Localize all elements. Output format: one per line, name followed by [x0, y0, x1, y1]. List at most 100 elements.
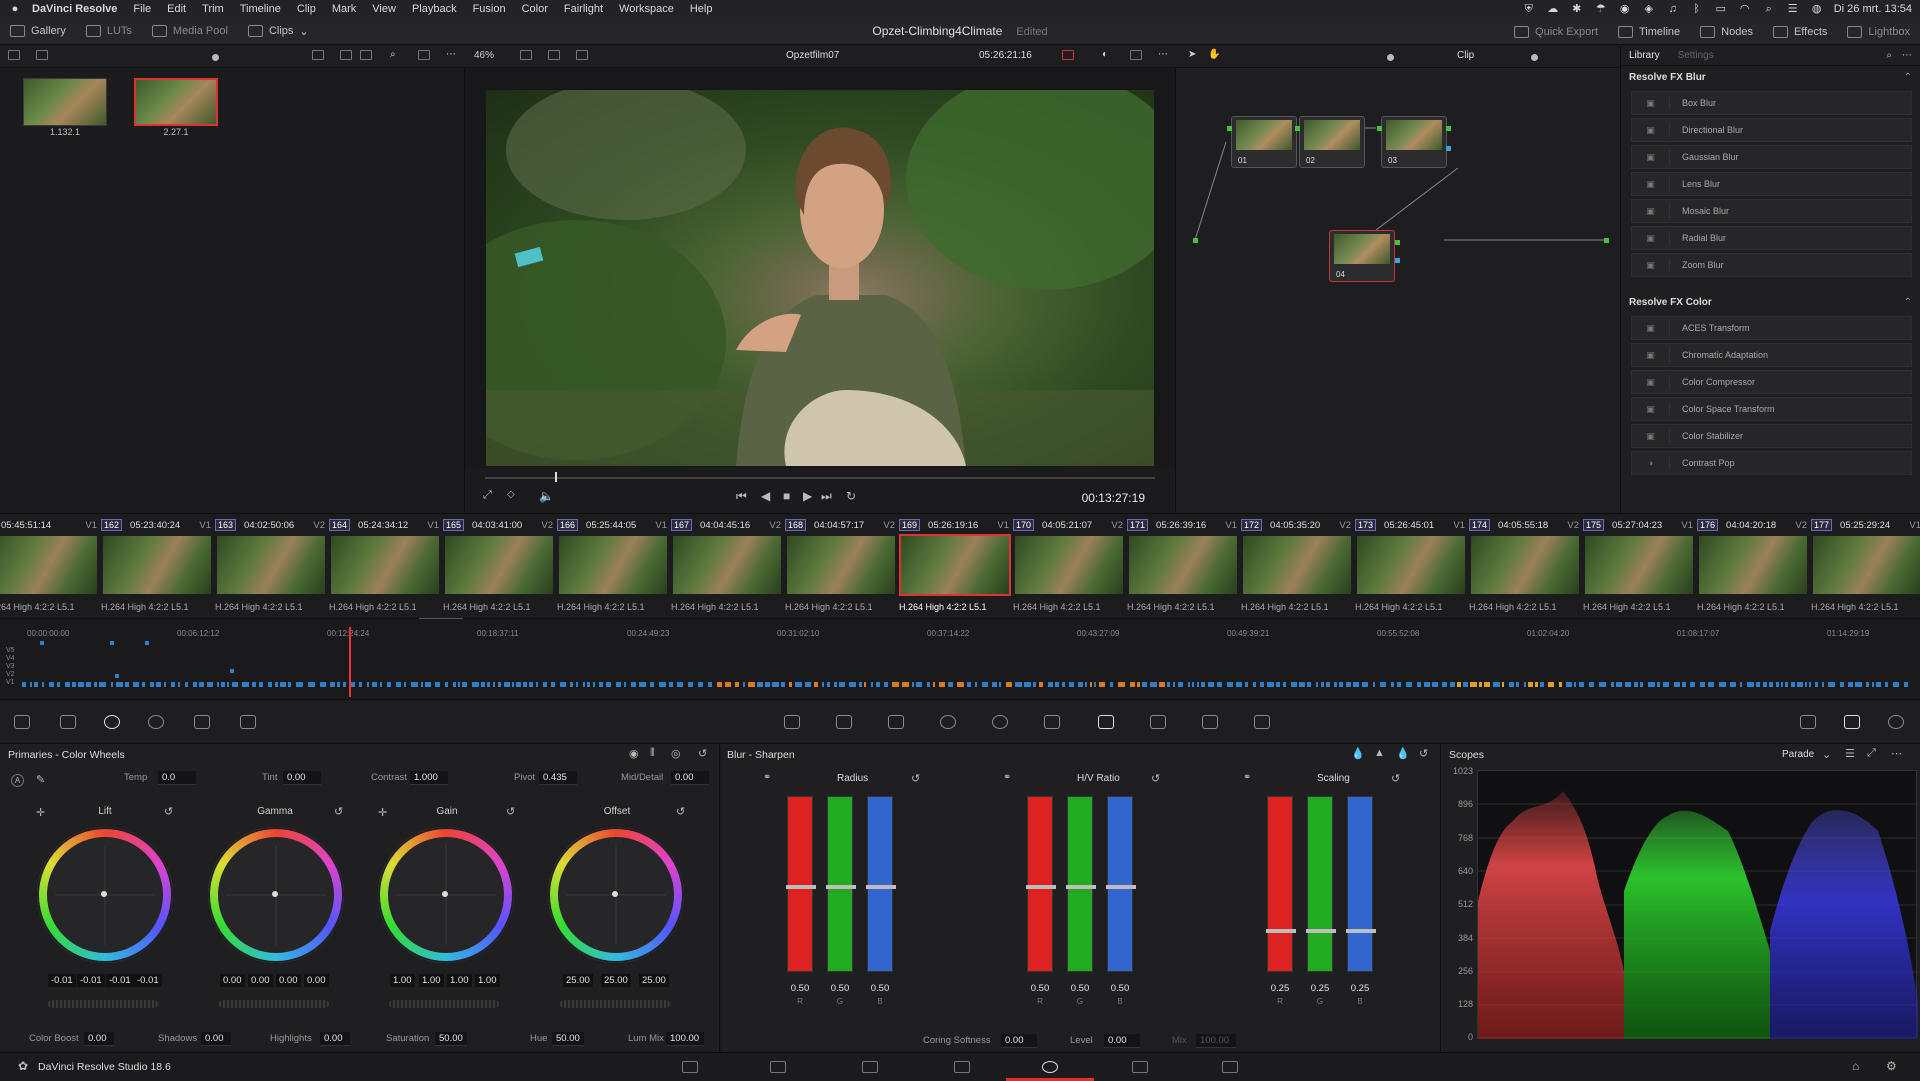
- hue-field[interactable]: 50.00: [552, 1032, 584, 1046]
- rgb-mixer-icon[interactable]: [194, 715, 210, 729]
- color-picker-icon[interactable]: ◐: [1102, 49, 1108, 60]
- blur-channel-slider[interactable]: [786, 796, 816, 972]
- fx-aces-transform[interactable]: ▣ ACES Transform: [1631, 316, 1912, 340]
- lift-value-y[interactable]: -0.01: [48, 974, 76, 987]
- page-cut-icon[interactable]: [770, 1061, 786, 1073]
- siri-icon[interactable]: ◍: [1810, 3, 1824, 15]
- mini-timeline[interactable]: 00:00:00:0000:06:12:1200:12:24:2400:18:3…: [0, 619, 1920, 699]
- node-zoom-slider[interactable]: [1387, 54, 1394, 61]
- slider-knob[interactable]: [826, 885, 856, 889]
- gamma-wheel[interactable]: [208, 827, 344, 963]
- fx-chromatic-adaptation[interactable]: ▣ Chromatic Adaptation: [1631, 343, 1912, 367]
- lum-mix-field[interactable]: 100.00: [666, 1032, 704, 1046]
- viewer-mode-compare-icon[interactable]: [576, 50, 588, 60]
- gain-reset-icon[interactable]: ↺: [506, 805, 515, 818]
- node-pin[interactable]: [1395, 240, 1400, 245]
- node-02[interactable]: 02: [1299, 116, 1365, 168]
- wheel-center-handle[interactable]: [442, 891, 448, 897]
- node-output-pin[interactable]: [1604, 238, 1609, 243]
- node-mode-selector[interactable]: Clip: [1457, 50, 1474, 61]
- blur-channel-value[interactable]: 0.50: [1105, 983, 1135, 994]
- fit-icon[interactable]: [418, 50, 430, 60]
- node-pin[interactable]: [1446, 146, 1451, 151]
- group-reset-icon[interactable]: ↺: [1151, 772, 1160, 785]
- menu-file[interactable]: File: [133, 3, 151, 15]
- wifi-icon[interactable]: ◠: [1738, 3, 1752, 15]
- qualifier-icon[interactable]: [888, 715, 904, 729]
- list-view-icon[interactable]: [360, 50, 372, 60]
- project-settings-icon[interactable]: ⚙: [1886, 1059, 1897, 1073]
- clip-thumbnail[interactable]: 173 05:26:45:01 V1 H.264 High 4:2:2 L5.1: [1355, 514, 1469, 620]
- tint-field[interactable]: 0.00: [283, 771, 321, 785]
- clip-thumbnail[interactable]: 177 05:25:29:24 V1 H.264 High 4:2:2 L5.1: [1811, 514, 1920, 620]
- reset-icon[interactable]: ↺: [1419, 747, 1428, 760]
- node-pin[interactable]: [1295, 126, 1300, 131]
- blur-channel-value[interactable]: 0.50: [865, 983, 895, 994]
- slider-knob[interactable]: [1346, 929, 1376, 933]
- blur-channel-slider[interactable]: [866, 796, 896, 972]
- panel-layout-icon[interactable]: [8, 50, 20, 60]
- search-icon[interactable]: ⌕: [390, 49, 396, 60]
- gamma-reset-icon[interactable]: ↺: [334, 805, 343, 818]
- contrast-field[interactable]: 1.000: [410, 771, 448, 785]
- highlights-field[interactable]: 0.00: [320, 1032, 350, 1046]
- scope-settings-icon[interactable]: ☰: [1845, 747, 1855, 760]
- gain-picker-icon[interactable]: ✛: [378, 806, 387, 819]
- fx-contrast-pop[interactable]: ◑ Contrast Pop: [1631, 451, 1912, 475]
- clip-thumbnail[interactable]: 05:45:51:14 V1 H.264 High 4:2:2 L5.1: [0, 514, 101, 620]
- gallery-still-selected[interactable]: [134, 78, 218, 126]
- gain-value-r[interactable]: 1.00: [419, 974, 444, 987]
- hand-tool-icon[interactable]: ✋: [1208, 49, 1220, 60]
- more-options-icon[interactable]: ⋯: [446, 49, 456, 60]
- lift-value-b[interactable]: -0.01: [134, 974, 162, 987]
- grid-view-icon[interactable]: [340, 50, 352, 60]
- offset-wheel[interactable]: [548, 827, 684, 963]
- scopes-icon[interactable]: [1844, 715, 1860, 729]
- battery-icon[interactable]: ▭: [1714, 3, 1728, 15]
- status-app-icon[interactable]: ✱: [1570, 3, 1584, 15]
- fx-color-stabilizer[interactable]: ▣ Color Stabilizer: [1631, 424, 1912, 448]
- tab-library[interactable]: Library: [1629, 50, 1660, 61]
- gallery-size-slider[interactable]: [212, 54, 219, 61]
- picker-icon[interactable]: ✎: [36, 773, 45, 786]
- keyframes-icon[interactable]: [1800, 715, 1816, 729]
- gamma-value-b[interactable]: 0.00: [304, 974, 329, 987]
- gain-value-b[interactable]: 1.00: [475, 974, 500, 987]
- source-timecode[interactable]: 05:26:21:16: [979, 50, 1032, 61]
- viewer-options-icon[interactable]: ⋯: [1158, 49, 1168, 60]
- gamma-master-wheel[interactable]: [219, 1000, 329, 1008]
- status-sync-icon[interactable]: ☁: [1546, 3, 1560, 15]
- blur-channel-value[interactable]: 0.50: [785, 983, 815, 994]
- section-blur[interactable]: Resolve FX Blur ⌃: [1621, 66, 1920, 88]
- node-pin[interactable]: [1227, 126, 1232, 131]
- sort-icon[interactable]: [312, 50, 324, 60]
- step-back-icon[interactable]: ◀: [761, 489, 770, 503]
- menu-timeline[interactable]: Timeline: [240, 3, 281, 15]
- color-wheels-icon[interactable]: [104, 715, 120, 729]
- lift-reset-icon[interactable]: ↺: [164, 805, 173, 818]
- page-color-icon[interactable]: [1042, 1061, 1058, 1073]
- mid-detail-field[interactable]: 0.00: [671, 771, 709, 785]
- slider-knob[interactable]: [1106, 885, 1136, 889]
- chevron-down-icon[interactable]: ⌄: [1822, 748, 1831, 761]
- gain-value-y[interactable]: 1.00: [390, 974, 415, 987]
- scope-options-icon[interactable]: ⋯: [1891, 747, 1902, 760]
- lift-wheel[interactable]: [37, 827, 173, 963]
- import-stills-icon[interactable]: [36, 50, 48, 60]
- node-pin[interactable]: [1446, 126, 1451, 131]
- mist-mode-icon[interactable]: 💧: [1396, 747, 1410, 760]
- gallery-still[interactable]: [23, 78, 107, 126]
- scope-expand-icon[interactable]: ⤢: [1867, 747, 1876, 760]
- highlight-icon[interactable]: ◇: [507, 489, 515, 500]
- luts-button[interactable]: LUTs: [76, 18, 142, 45]
- loop-icon[interactable]: ↻: [846, 489, 856, 503]
- blur-channel-slider[interactable]: [1346, 796, 1376, 972]
- shadows-field[interactable]: 0.00: [201, 1032, 231, 1046]
- status-record-icon[interactable]: ◉: [1618, 3, 1632, 15]
- lift-value-r[interactable]: -0.01: [77, 974, 105, 987]
- offset-value-r[interactable]: 25.00: [563, 974, 593, 987]
- menu-help[interactable]: Help: [690, 3, 713, 15]
- blur-channel-value[interactable]: 0.50: [1065, 983, 1095, 994]
- clip-thumbnail[interactable]: 170 04:05:21:07 V2 H.264 High 4:2:2 L5.1: [1013, 514, 1127, 620]
- fx-lens-blur[interactable]: ▣ Lens Blur: [1631, 172, 1912, 196]
